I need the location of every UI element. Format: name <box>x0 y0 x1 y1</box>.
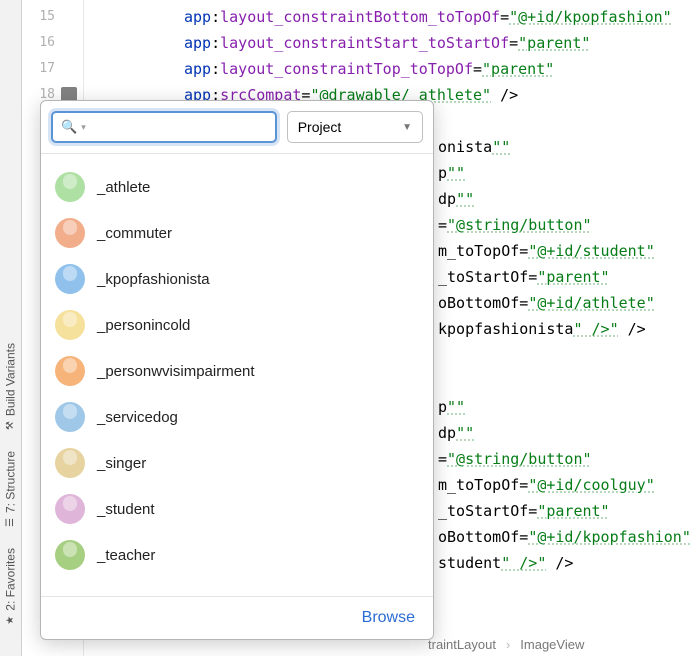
list-item[interactable]: _student <box>41 486 433 532</box>
list-item-label: _servicedog <box>97 409 178 426</box>
list-item-label: _kpopfashionista <box>97 271 210 288</box>
list-item-label: _personincold <box>97 317 190 334</box>
tool-build-variants[interactable]: ⚒ Build Variants <box>0 333 21 441</box>
chevron-down-icon: ▼ <box>402 122 412 133</box>
list-item-label: _student <box>97 501 155 518</box>
list-item-label: _athlete <box>97 179 150 196</box>
resource-list[interactable]: _athlete _commuter _kpopfashionista _person… <box>41 154 433 596</box>
code-line[interactable]: app:layout_constraintBottom_toTopOf="@+i… <box>184 4 700 30</box>
combo-label: Project <box>298 119 342 135</box>
list-item-label: _singer <box>97 455 146 472</box>
chevron-right-icon: › <box>506 637 510 652</box>
module-select[interactable]: Project ▼ <box>287 111 423 143</box>
popup-header: 🔍 ▾ Project ▼ <box>41 101 433 153</box>
resource-picker-popup: 🔍 ▾ Project ▼ _athlete _commuter _kpopfash… <box>40 100 434 640</box>
line-number: 16 <box>22 30 83 56</box>
list-item[interactable]: _kpopfashionista <box>41 256 433 302</box>
breadcrumb-item[interactable]: traintLayout <box>428 637 496 652</box>
tool-favorites[interactable]: ★ 2: Favorites <box>0 538 21 636</box>
drawable-icon <box>55 264 85 294</box>
drawable-icon <box>55 494 85 524</box>
drawable-icon <box>55 402 85 432</box>
popup-footer: Browse <box>41 596 433 639</box>
line-number: 17 <box>22 56 83 82</box>
search-field[interactable] <box>86 119 267 135</box>
star-icon: ★ <box>5 616 16 625</box>
tool-structure[interactable]: ☰ 7: Structure <box>0 441 21 538</box>
drawable-icon <box>55 356 85 386</box>
drawable-icon <box>55 310 85 340</box>
drawable-icon <box>55 218 85 248</box>
list-item[interactable]: _commuter <box>41 210 433 256</box>
list-item[interactable]: _personincold <box>41 302 433 348</box>
list-item[interactable]: _teacher <box>41 532 433 578</box>
tool-label: Build Variants <box>4 343 18 416</box>
breadcrumb-item[interactable]: ImageView <box>520 637 584 652</box>
tool-label: 2: Favorites <box>4 548 18 611</box>
list-item[interactable]: _personwvisimpairment <box>41 348 433 394</box>
hammer-icon: ⚒ <box>5 421 16 430</box>
search-icon: 🔍 <box>61 119 77 135</box>
search-input[interactable]: 🔍 ▾ <box>51 111 277 143</box>
drawable-icon <box>55 448 85 478</box>
browse-link[interactable]: Browse <box>362 609 415 626</box>
list-item-label: _personwvisimpairment <box>97 363 255 380</box>
code-line[interactable]: app:layout_constraintTop_toTopOf="parent… <box>184 56 700 82</box>
list-item-label: _commuter <box>97 225 172 242</box>
breadcrumb[interactable]: traintLayout › ImageView <box>428 637 584 652</box>
tool-label: 7: Structure <box>4 451 18 513</box>
line-number: 15 <box>22 4 83 30</box>
list-item-label: _teacher <box>97 547 155 564</box>
list-item[interactable]: _athlete <box>41 164 433 210</box>
list-item[interactable]: _singer <box>41 440 433 486</box>
drawable-icon <box>55 540 85 570</box>
drawable-icon <box>55 172 85 202</box>
side-toolbar: ⚒ Build Variants ☰ 7: Structure ★ 2: Fav… <box>0 0 22 656</box>
list-item[interactable]: _servicedog <box>41 394 433 440</box>
structure-icon: ☰ <box>5 518 16 527</box>
code-line[interactable]: app:layout_constraintStart_toStartOf="pa… <box>184 30 700 56</box>
